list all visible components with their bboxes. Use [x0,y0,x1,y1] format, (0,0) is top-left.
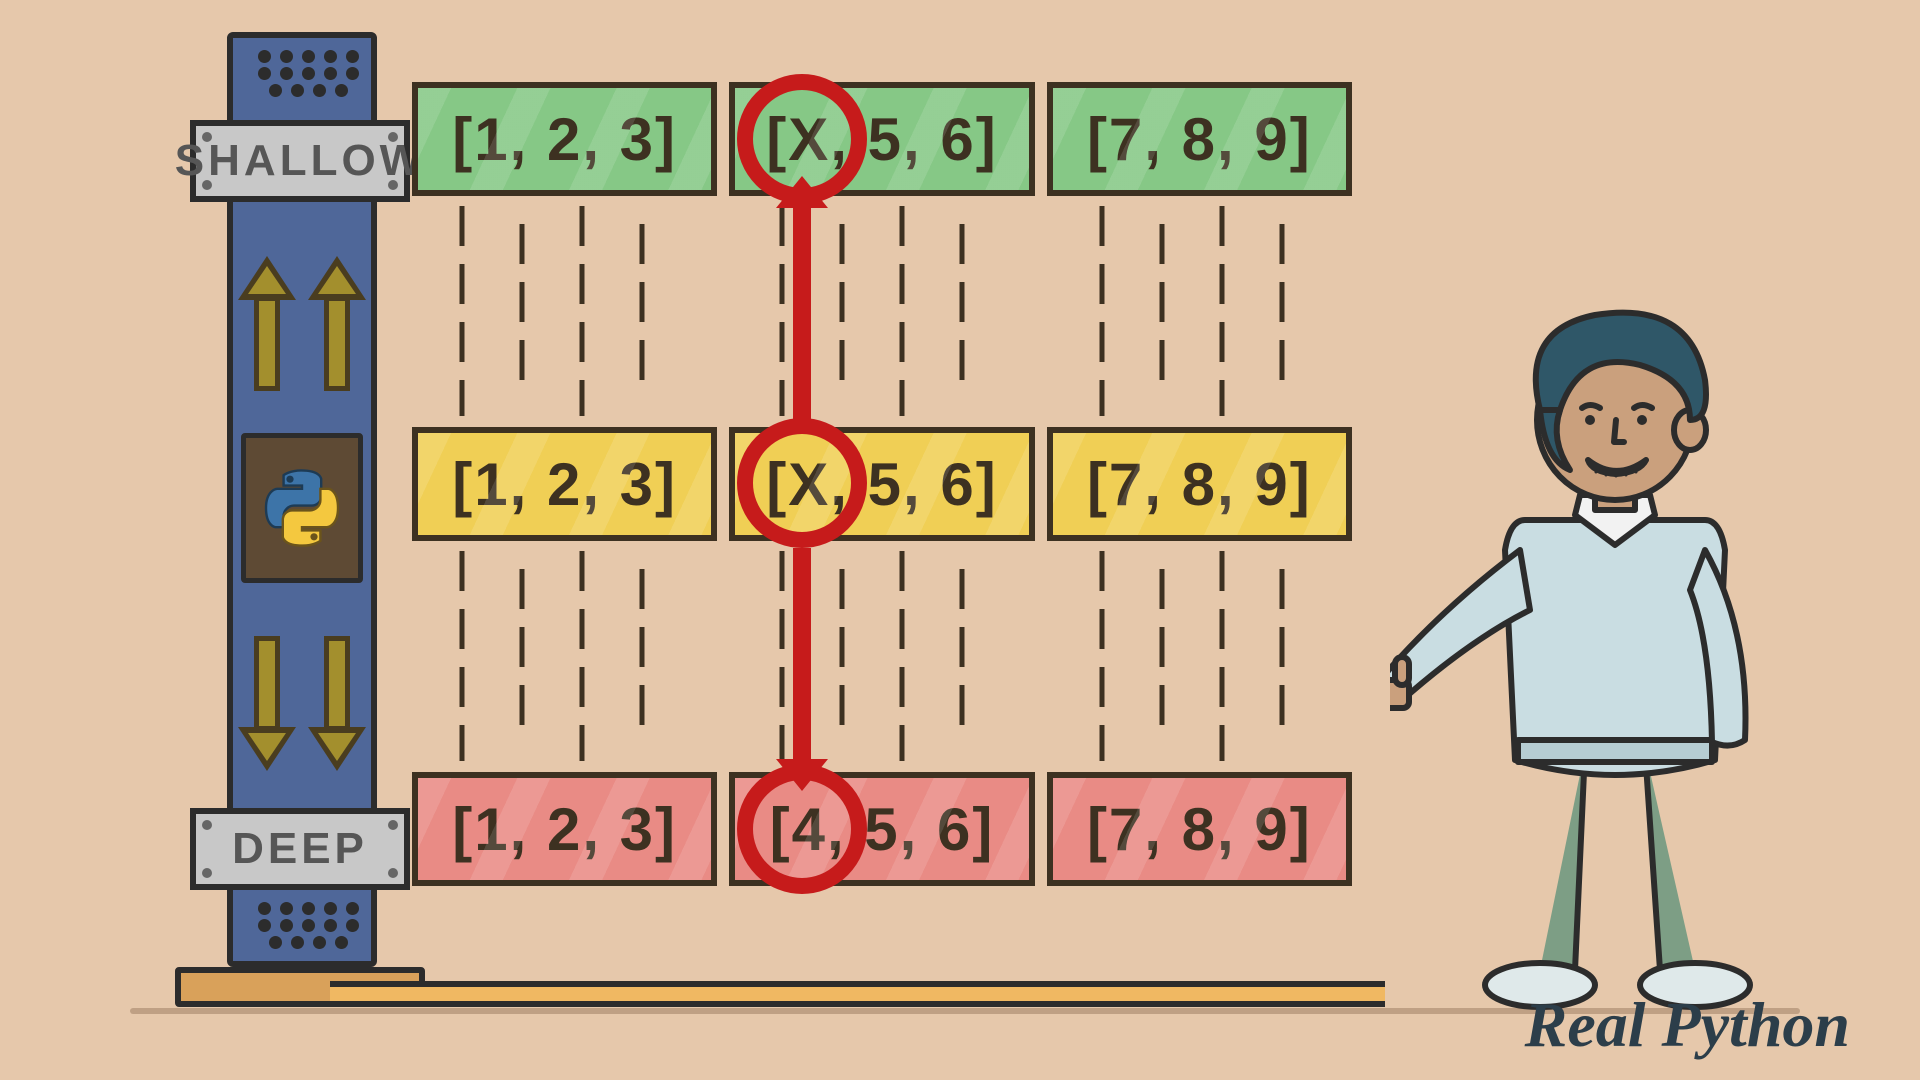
arrow-up-icon [312,256,362,391]
arrow-up-icon [242,256,292,391]
arrow-down-icon [242,636,292,771]
deep-cell-0: [1, 2, 3] [412,772,717,886]
arrow-down-icon [312,636,362,771]
connectors-bottom [412,541,1352,771]
control-tower: SHALLOW DEEP [195,32,410,1007]
highlight-arrow-up [793,204,811,419]
deep-plaque: DEEP [190,808,410,890]
original-cell-0: [1, 2, 3] [412,427,717,541]
original-cell-2: [7, 8, 9] [1047,427,1352,541]
character [1390,270,1810,1020]
data-rows: [1, 2, 3] [X, 5, 6] [7, 8, 9] [1, 2, 3] … [412,82,1352,912]
billboard-base [330,981,1385,1007]
tower-arrows-up [233,238,371,408]
python-logo-box [241,433,363,583]
deep-cell-2: [7, 8, 9] [1047,772,1352,886]
diagram-stage: SHALLOW DEEP [1, 2, 3] [X, 5, 6] [7, 8, … [0,0,1920,1080]
shallow-row: [1, 2, 3] [X, 5, 6] [7, 8, 9] [412,82,1352,196]
deep-label: DEEP [232,824,368,874]
highlight-arrow-down [793,548,811,763]
shallow-cell-0: [1, 2, 3] [412,82,717,196]
tower-arrows-down [233,618,371,788]
tower-dots-bottom [238,894,378,957]
shallow-plaque: SHALLOW [190,120,410,202]
tower-dots-top [238,42,378,105]
original-row: [1, 2, 3] [X, 5, 6] [7, 8, 9] [412,427,1352,541]
python-logo-icon [262,468,342,548]
deep-row: [1, 2, 3] [4, 5, 6] [7, 8, 9] [412,772,1352,886]
shallow-label: SHALLOW [175,136,425,186]
brand-logo: Real Python [1525,988,1850,1062]
connectors-top [412,196,1352,426]
shallow-cell-2: [7, 8, 9] [1047,82,1352,196]
highlight-circle-original [737,418,867,548]
